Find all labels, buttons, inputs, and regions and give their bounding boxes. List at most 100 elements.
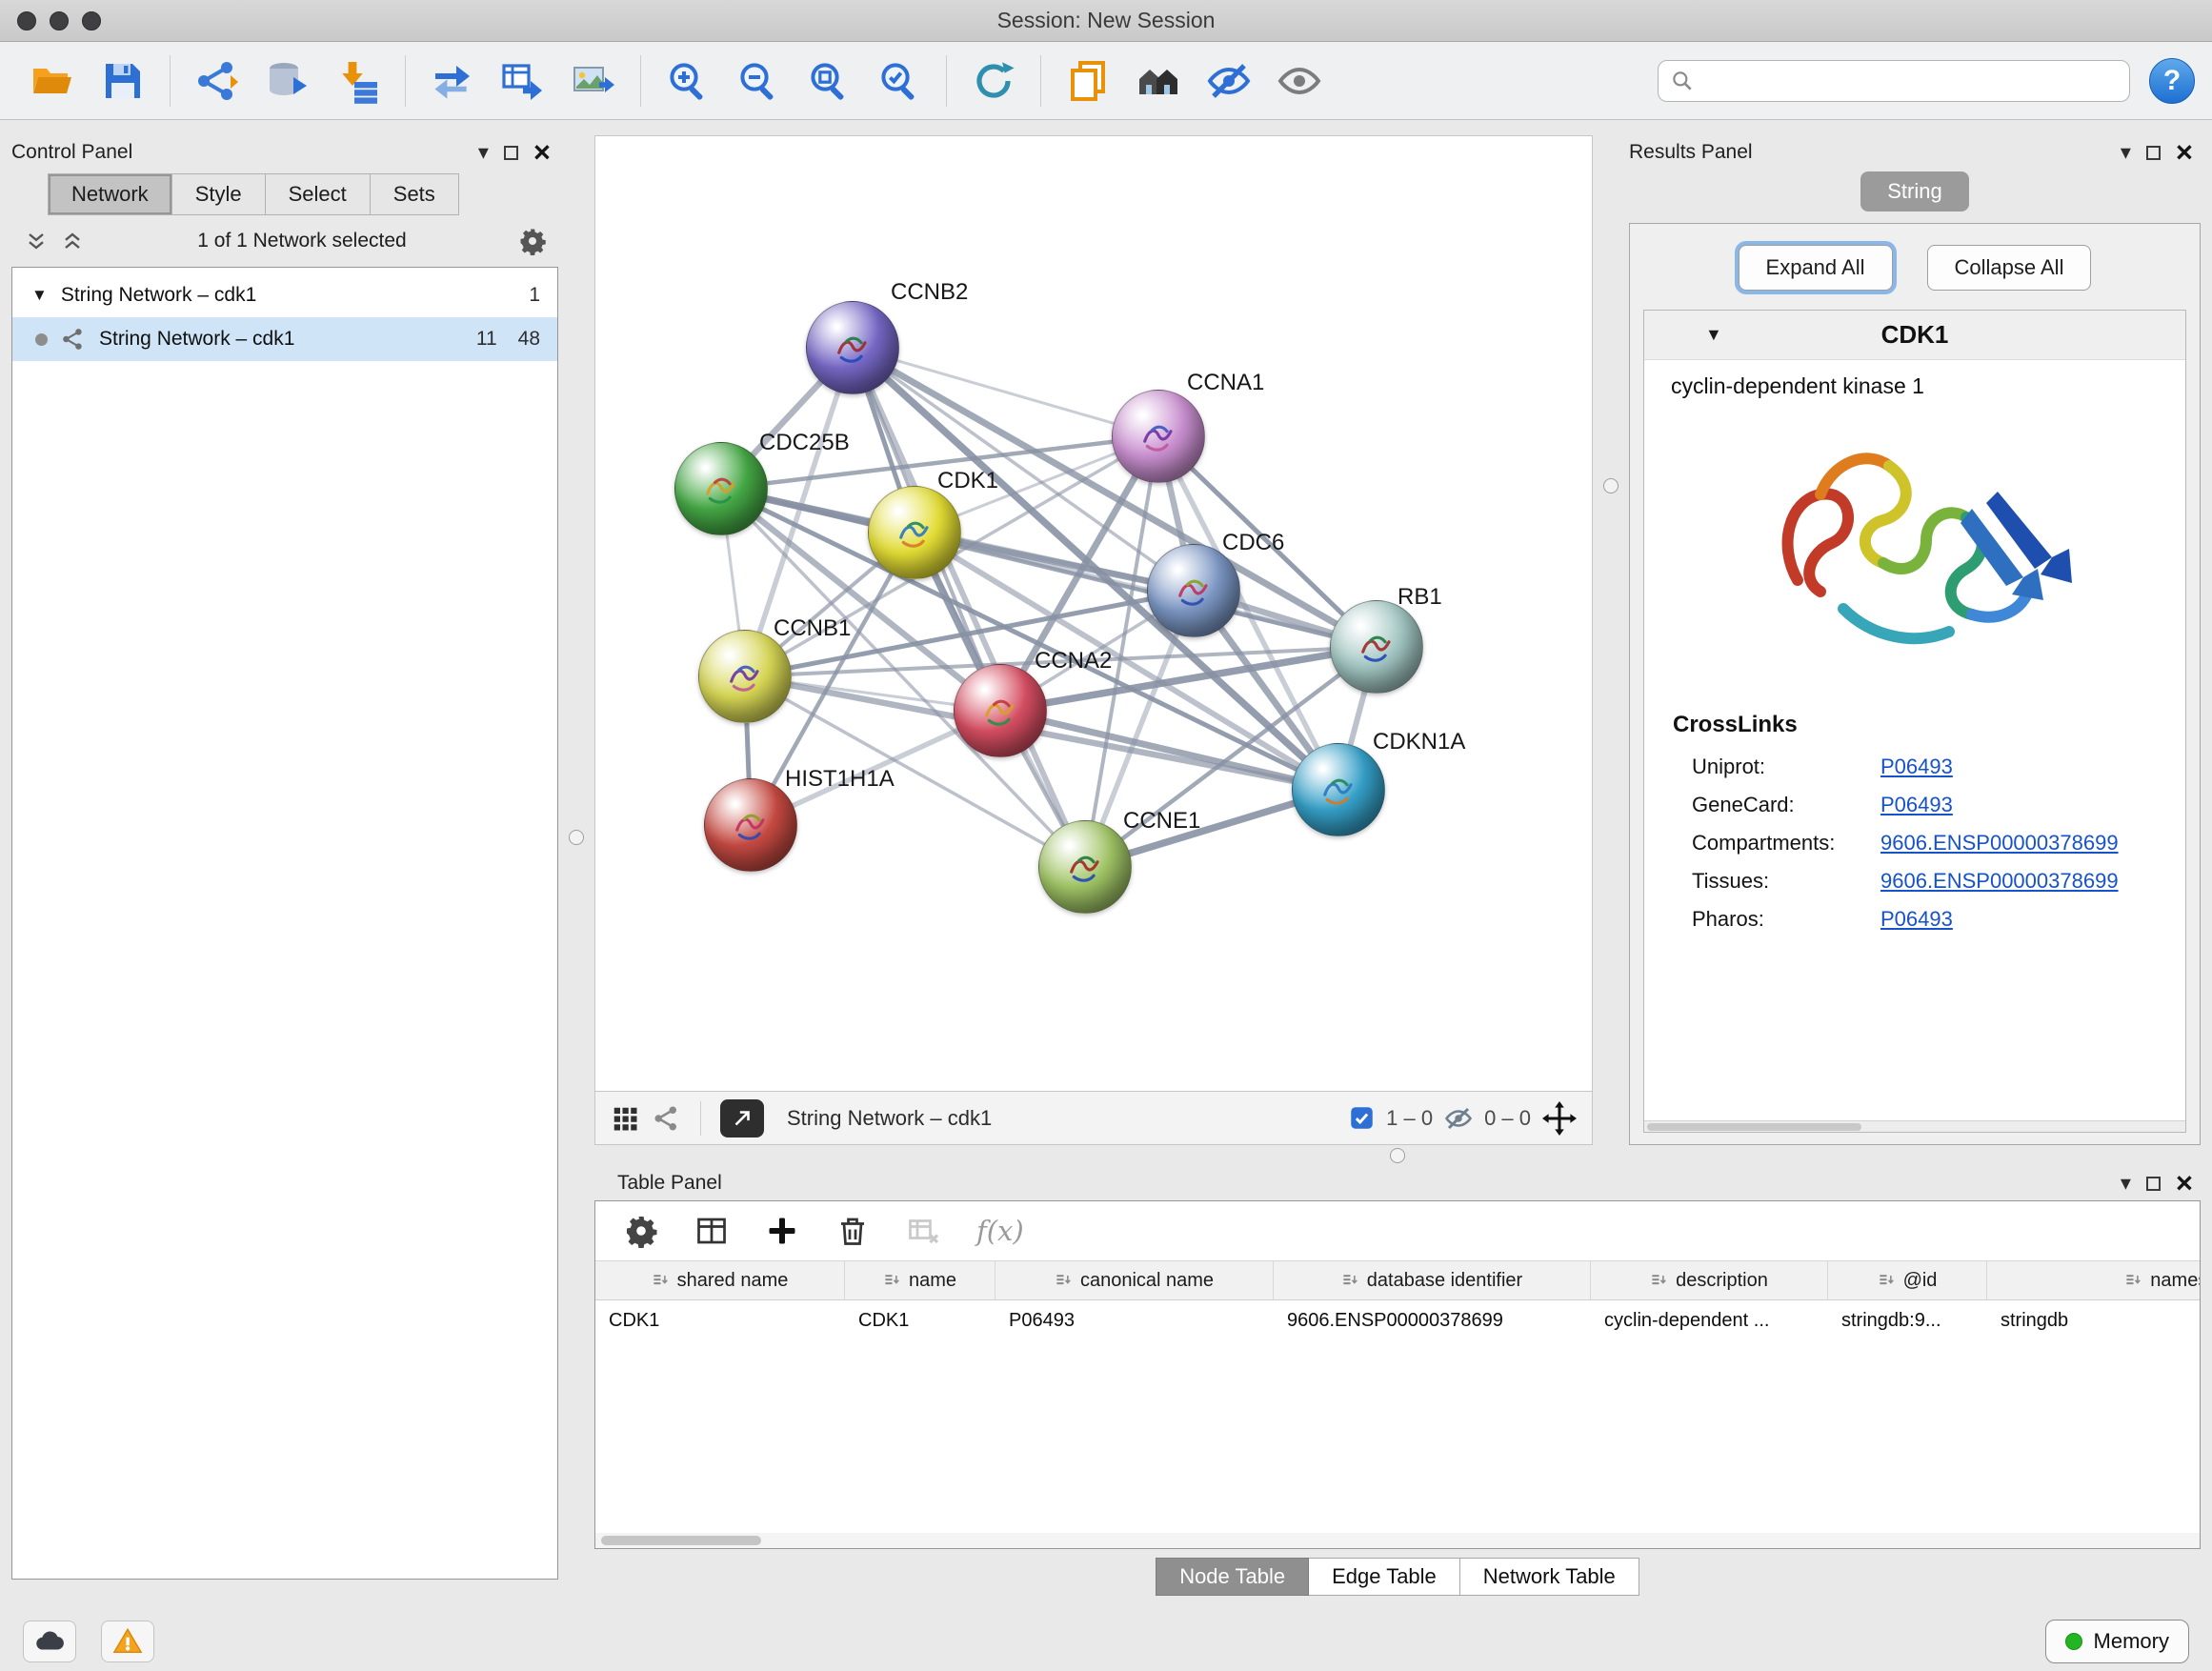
- network-node-CDK1[interactable]: [868, 486, 961, 579]
- zoom-selected-button[interactable]: [864, 50, 935, 112]
- home-networks-button[interactable]: [1123, 50, 1194, 112]
- network-node-CCNA2[interactable]: [954, 664, 1047, 757]
- network-node-CDC25B[interactable]: [674, 442, 768, 535]
- network-node-CCNE1[interactable]: [1038, 820, 1132, 914]
- tab-network[interactable]: Network: [48, 173, 172, 215]
- column-header-database-identifier[interactable]: database identifier: [1274, 1261, 1591, 1299]
- copy-button[interactable]: [1053, 50, 1123, 112]
- expand-all-button[interactable]: Expand All: [1739, 245, 1893, 291]
- splitter-handle[interactable]: [1603, 478, 1619, 493]
- show-all-button[interactable]: [1264, 50, 1335, 112]
- external-link-button[interactable]: [720, 1099, 764, 1137]
- cell-shared-name[interactable]: CDK1: [595, 1300, 845, 1340]
- import-database-button[interactable]: [252, 50, 323, 112]
- genecard-link[interactable]: P06493: [1880, 793, 1953, 817]
- import-table-button[interactable]: [323, 50, 393, 112]
- search-input[interactable]: [1702, 70, 2118, 92]
- vertical-splitter[interactable]: [1593, 135, 1629, 1145]
- pharos-link[interactable]: P06493: [1880, 907, 1953, 932]
- close-panel-icon[interactable]: ×: [2176, 1172, 2193, 1196]
- memory-button[interactable]: Memory: [2045, 1620, 2189, 1663]
- tab-edge-table[interactable]: Edge Table: [1309, 1558, 1460, 1596]
- cell-database-identifier[interactable]: 9606.ENSP00000378699: [1274, 1300, 1591, 1340]
- pan-crosshair-icon[interactable]: [1542, 1101, 1577, 1136]
- scrollbar-thumb[interactable]: [601, 1536, 761, 1545]
- tab-style[interactable]: Style: [172, 173, 266, 215]
- cell-description[interactable]: cyclin-dependent ...: [1591, 1300, 1828, 1340]
- compartments-link[interactable]: 9606.ENSP00000378699: [1880, 831, 2119, 856]
- export-table-button[interactable]: [488, 50, 558, 112]
- table-horizontal-scrollbar[interactable]: [595, 1533, 2200, 1548]
- transfer-network-button[interactable]: [417, 50, 488, 112]
- splitter-handle[interactable]: [1390, 1148, 1405, 1163]
- window-zoom-button[interactable]: [82, 11, 101, 30]
- collapse-all-button[interactable]: Collapse All: [1927, 245, 2092, 291]
- gear-icon[interactable]: [518, 227, 547, 255]
- tab-sets[interactable]: Sets: [371, 173, 459, 215]
- export-image-button[interactable]: [558, 50, 629, 112]
- zoom-in-button[interactable]: [653, 50, 723, 112]
- column-header-id[interactable]: @id: [1828, 1261, 1987, 1299]
- network-share-icon[interactable]: [653, 1104, 681, 1133]
- collapse-all-networks-icon[interactable]: [59, 228, 86, 254]
- network-node-CCNB2[interactable]: [806, 301, 899, 394]
- table-settings-button[interactable]: [624, 1214, 658, 1248]
- delete-column-button[interactable]: [835, 1214, 870, 1248]
- close-panel-icon[interactable]: ×: [2176, 141, 2193, 165]
- cloud-button[interactable]: [23, 1621, 76, 1662]
- tab-node-table[interactable]: Node Table: [1156, 1558, 1309, 1596]
- vertical-splitter[interactable]: [558, 135, 594, 1612]
- tab-network-table[interactable]: Network Table: [1460, 1558, 1639, 1596]
- cell-name[interactable]: CDK1: [845, 1300, 995, 1340]
- splitter-handle[interactable]: [569, 830, 584, 845]
- results-horizontal-scrollbar[interactable]: [1644, 1120, 2185, 1132]
- add-column-button[interactable]: [765, 1214, 799, 1248]
- results-tab-string[interactable]: String: [1860, 171, 1968, 211]
- show-columns-button[interactable]: [694, 1214, 729, 1248]
- tree-expand-icon[interactable]: ▼: [31, 286, 48, 305]
- column-header-shared-name[interactable]: shared name: [595, 1261, 845, 1299]
- search-field[interactable]: [1658, 60, 2130, 102]
- horizontal-splitter[interactable]: [594, 1145, 2201, 1166]
- zoom-fit-button[interactable]: [794, 50, 864, 112]
- column-header-namespace[interactable]: namespace: [1987, 1261, 2201, 1299]
- column-header-canonical-name[interactable]: canonical name: [995, 1261, 1274, 1299]
- network-node-CCNB1[interactable]: [698, 630, 792, 723]
- tab-select[interactable]: Select: [266, 173, 371, 215]
- help-button[interactable]: ?: [2149, 58, 2195, 104]
- cell-id[interactable]: stringdb:9...: [1828, 1300, 1987, 1340]
- window-close-button[interactable]: [17, 11, 36, 30]
- refresh-button[interactable]: [958, 50, 1029, 112]
- save-session-button[interactable]: [88, 50, 158, 112]
- window-minimize-button[interactable]: [50, 11, 69, 30]
- scrollbar-thumb[interactable]: [1647, 1123, 1861, 1131]
- collapse-section-icon[interactable]: ▼: [1705, 325, 1722, 345]
- network-node-RB1[interactable]: [1330, 600, 1423, 694]
- network-node-CCNA1[interactable]: [1112, 390, 1205, 483]
- table-row[interactable]: CDK1 CDK1 P06493 9606.ENSP00000378699 cy…: [595, 1300, 2200, 1340]
- cell-namespace[interactable]: stringdb: [1987, 1300, 2201, 1340]
- protein-card-header[interactable]: ▼ CDK1: [1644, 311, 2185, 360]
- function-builder-button[interactable]: f(x): [976, 1215, 1024, 1247]
- tissues-link[interactable]: 9606.ENSP00000378699: [1880, 869, 2119, 894]
- network-node-CDC6[interactable]: [1147, 544, 1240, 637]
- panel-menu-icon[interactable]: ▾: [478, 140, 489, 165]
- uniprot-link[interactable]: P06493: [1880, 755, 1953, 779]
- hide-selected-button[interactable]: [1194, 50, 1264, 112]
- network-collection-row[interactable]: ▼ String Network – cdk1 1: [12, 273, 557, 317]
- cell-canonical-name[interactable]: P06493: [995, 1300, 1274, 1340]
- panel-menu-icon[interactable]: ▾: [2121, 1171, 2131, 1196]
- network-node-CDKN1A[interactable]: [1292, 743, 1385, 836]
- zoom-out-button[interactable]: [723, 50, 794, 112]
- grid-view-icon[interactable]: [611, 1104, 639, 1133]
- column-header-description[interactable]: description: [1591, 1261, 1828, 1299]
- float-panel-icon[interactable]: [2146, 1177, 2161, 1191]
- expand-all-networks-icon[interactable]: [23, 228, 50, 254]
- network-canvas[interactable]: CCNB2CCNA1CDC25BCDK1CDC6RB1CCNB1CCNA2CDK…: [594, 135, 1593, 1092]
- column-header-name[interactable]: name: [845, 1261, 995, 1299]
- close-panel-icon[interactable]: ×: [533, 141, 551, 165]
- import-network-button[interactable]: [182, 50, 252, 112]
- float-panel-icon[interactable]: [504, 146, 518, 160]
- network-row[interactable]: String Network – cdk1 11 48: [12, 317, 557, 361]
- panel-menu-icon[interactable]: ▾: [2121, 140, 2131, 165]
